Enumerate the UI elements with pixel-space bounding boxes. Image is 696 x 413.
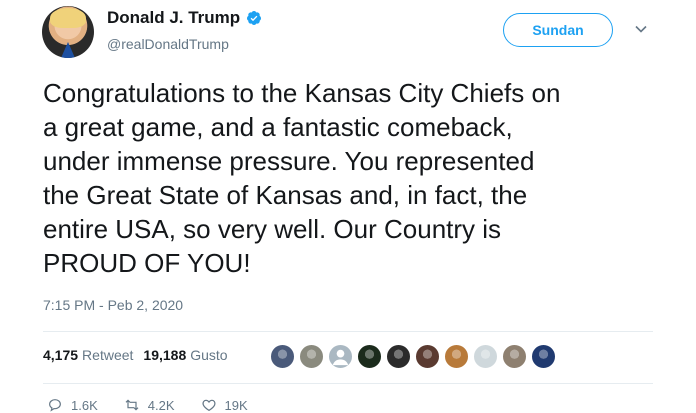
tweet-line: PROUD OF YOU! xyxy=(43,248,251,278)
like-count[interactable]: 19,188 xyxy=(143,347,186,363)
liker-avatar[interactable] xyxy=(386,344,411,369)
liker-avatar[interactable] xyxy=(415,344,440,369)
retweet-label[interactable]: Retweet xyxy=(82,347,133,363)
engagement-stats: 4,175 Retweet 19,188 Gusto xyxy=(43,347,238,363)
tweet-line: under immense pressure. You represented xyxy=(43,146,535,176)
liker-avatar[interactable] xyxy=(299,344,324,369)
follow-button[interactable]: Sundan xyxy=(503,13,613,47)
retweet-action-count: 4.2K xyxy=(147,397,175,413)
divider xyxy=(43,331,653,332)
tweet-line: entire USA, so very well. Our Country is xyxy=(43,214,502,244)
author-name-row: Donald J. Trump xyxy=(107,8,262,28)
liker-avatar[interactable] xyxy=(502,344,527,369)
author-name[interactable]: Donald J. Trump xyxy=(107,8,240,28)
liker-avatars xyxy=(270,344,556,369)
liker-avatar[interactable] xyxy=(531,344,556,369)
like-label[interactable]: Gusto xyxy=(190,347,227,363)
default-avatar-icon[interactable] xyxy=(328,344,353,369)
tweet-line: a great game, and a fantastic comeback, xyxy=(43,112,513,142)
tweet-timestamp[interactable]: 7:15 PM - Peb 2, 2020 xyxy=(43,297,183,313)
chevron-down-icon[interactable] xyxy=(634,22,648,36)
retweet-count[interactable]: 4,175 xyxy=(43,347,78,363)
tweet-line: the Great State of Kansas and, in fact, … xyxy=(43,180,528,210)
tweet-text: Congratulations to the Kansas City Chief… xyxy=(43,76,663,280)
author-handle[interactable]: @realDonaldTrump xyxy=(107,36,229,52)
verified-badge-icon xyxy=(247,11,262,25)
liker-avatar[interactable] xyxy=(444,344,469,369)
reply-count: 1.6K xyxy=(71,397,98,413)
divider xyxy=(43,383,653,384)
liker-avatar[interactable] xyxy=(473,344,498,369)
tweet-line: Congratulations to the Kansas City Chief… xyxy=(43,78,561,108)
liker-avatar[interactable] xyxy=(357,344,382,369)
profile-avatar[interactable] xyxy=(42,6,94,58)
like-action-count: 19K xyxy=(224,397,248,413)
liker-avatar[interactable] xyxy=(270,344,295,369)
